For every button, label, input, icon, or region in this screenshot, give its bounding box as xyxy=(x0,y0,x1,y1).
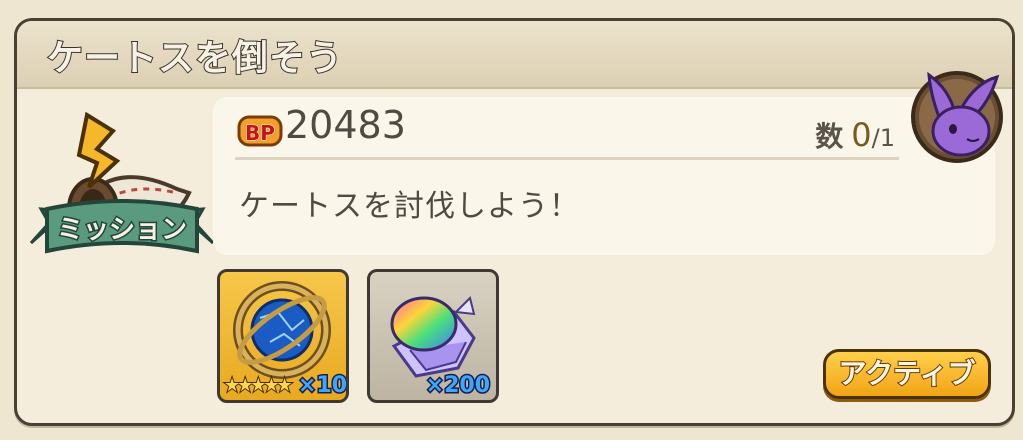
count-indicator: 数 0/1 xyxy=(815,115,895,155)
active-button[interactable]: アクティブ xyxy=(823,349,991,399)
mission-title: ケートスを倒そう xyxy=(46,37,344,80)
svg-text:BP: BP xyxy=(245,121,275,145)
mission-info-panel: BP 20483 数 0/1 ケートスを討伐しよう！ xyxy=(213,97,995,255)
reward-quantity: ×10 xyxy=(296,372,348,400)
divider xyxy=(235,157,899,160)
reward-item-crystal[interactable]: ×200 xyxy=(367,269,499,403)
bp-icon: BP xyxy=(237,115,283,147)
badge-label: ミッション xyxy=(57,215,187,245)
purple-rabbit-icon xyxy=(911,71,1003,163)
count-label: 数 xyxy=(815,120,844,153)
mission-header: ケートスを倒そう xyxy=(17,21,1012,89)
rarity-stars: ★★★★★ xyxy=(223,374,294,397)
count-current: 0 xyxy=(851,116,872,154)
mission-badge-icon: ミッション xyxy=(29,111,215,254)
count-total: /1 xyxy=(871,124,895,152)
reward-item-globe[interactable]: ★★★★★ ×10 xyxy=(217,269,349,403)
mission-card: ケートスを倒そう ミッション BP 20483 数 0/1 ケートスを討伐しよう！ xyxy=(14,18,1015,426)
bp-value: 20483 xyxy=(285,103,406,147)
reward-quantity: ×200 xyxy=(424,372,491,400)
mission-description: ケートスを討伐しよう！ xyxy=(239,189,580,224)
